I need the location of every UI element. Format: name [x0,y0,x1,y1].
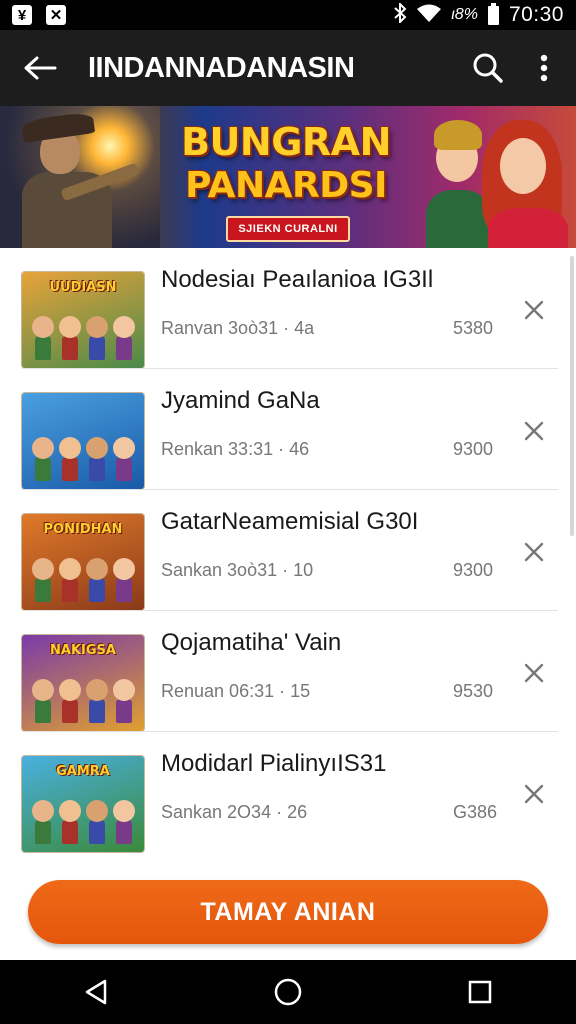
item-meta: Sankan 3oò31 · 10 [161,560,314,580]
thumbnail-title: GAMRA [56,764,110,779]
character-figure [113,316,135,362]
nav-back-button[interactable] [66,962,126,1022]
list-item[interactable]: NAKIGSA Qojamatiha' Vain Renuan 06:31 · 15… [0,611,576,732]
item-title: Qojamatiha' Vain [161,629,342,656]
game-thumbnail[interactable]: NAKIGSA [22,635,144,731]
system-icons: ι8% 70:30 [393,1,564,28]
item-title: Nodesiaı Peaılanioa IG3Il [161,266,434,293]
recents-square-icon [468,980,492,1004]
page-title: IINDANNADANASIN [88,51,355,84]
more-options-button[interactable] [528,46,560,90]
cta-area: TAMAY ANIAN [0,864,576,960]
back-button[interactable] [18,46,62,90]
notification-icons: ¥ ✕ [12,5,66,25]
item-title: Jyamind GaNa [161,387,320,414]
remove-item-button[interactable] [516,655,552,691]
remove-item-button[interactable] [516,534,552,570]
character-figure [32,316,54,362]
character-figure [86,679,108,725]
character-figure [113,679,135,725]
app-notification-icon: ✕ [46,5,66,25]
banner-girl-art [480,116,576,248]
primary-action-button[interactable]: TAMAY ANIAN [28,880,548,944]
battery-percent: ι8% [451,6,478,23]
item-meta: Renuan 06:31 · 15 [161,681,311,701]
close-icon [524,300,544,320]
wifi-icon [417,4,442,27]
banner-pill: SJIEKN CURALNI [226,216,350,242]
character-figure [113,800,135,846]
app-bar: IINDANNADANASIN [0,30,576,106]
character-figure [86,558,108,604]
character-figure [59,437,81,483]
item-meta: Ranvan 3oò31 · 4a [161,318,315,338]
close-icon [524,421,544,441]
remove-item-button[interactable] [516,292,552,328]
character-figure [86,437,108,483]
close-icon [524,663,544,683]
item-count: G386 [453,802,498,822]
character-figure [32,800,54,846]
more-vert-icon [540,54,548,82]
nav-home-button[interactable] [258,962,318,1022]
item-title: GatarNeamemisial G30I [161,508,419,535]
home-circle-icon [274,978,302,1006]
game-thumbnail[interactable]: UUDIASN [22,272,144,368]
thumbnail-title: UUDIASN [49,280,117,295]
search-button[interactable] [466,46,510,90]
item-meta: Sankan 2O34 · 26 [161,802,308,822]
character-figure [86,800,108,846]
item-count: 5380 [453,318,494,338]
item-count: 9530 [453,681,494,701]
banner-title-line2: PANARDSI [185,165,387,206]
game-list: UUDIASN Nodesiaı Peaılanioa IG3Il Ranvan 3… [0,248,576,864]
close-icon [524,542,544,562]
game-thumbnail[interactable] [22,393,144,489]
list-item[interactable]: UUDIASN Nodesiaı Peaılanioa IG3Il Ranvan 3… [0,248,576,369]
character-figure [86,316,108,362]
list-item[interactable]: GAMRA Modidarl PialinyıIS31 Sankan 2O34 · … [0,732,576,853]
bluetooth-icon [393,1,407,28]
scrollbar[interactable] [570,256,574,536]
status-bar: ¥ ✕ ι8% 70:30 [0,0,576,30]
thumbnail-title: NAKIGSA [50,643,116,658]
character-figure [59,800,81,846]
banner-warrior-art [0,106,160,248]
list-item[interactable]: PONIDHAN GatarNeamemisial G30I Sankan 3oò3… [0,490,576,611]
character-figure [113,437,135,483]
list-item[interactable]: Jyamind GaNa Renkan 33:31 · 46 9300 [0,369,576,490]
back-triangle-icon [85,979,107,1005]
banner-title-line1: BUNGRAN [181,120,391,164]
clock: 70:30 [508,3,564,26]
back-arrow-icon [24,56,57,80]
item-count: 9300 [453,439,494,459]
character-figure [32,679,54,725]
character-figure [113,558,135,604]
character-figure [59,679,81,725]
app-notification-icon: ¥ [12,5,32,25]
item-meta: Renkan 33:31 · 46 [161,439,310,459]
remove-item-button[interactable] [516,413,552,449]
system-nav-bar [0,960,576,1024]
battery-icon [487,2,499,25]
thumbnail-title: PONIDHAN [43,522,123,537]
game-thumbnail[interactable]: GAMRA [22,756,144,852]
character-figure [59,316,81,362]
item-title: Modidarl PialinyıIS31 [161,750,387,777]
game-thumbnail[interactable]: PONIDHAN [22,514,144,610]
nav-recents-button[interactable] [450,962,510,1022]
character-figure [32,558,54,604]
promo-banner[interactable]: BUNGRAN PANARDSI SJIEKN CURALNI [0,106,576,248]
remove-item-button[interactable] [516,776,552,812]
character-figure [59,558,81,604]
item-count: 9300 [453,560,494,580]
character-figure [32,437,54,483]
banner-title: BUNGRAN PANARDSI [176,120,396,208]
search-icon [473,53,503,83]
close-icon [524,784,544,804]
